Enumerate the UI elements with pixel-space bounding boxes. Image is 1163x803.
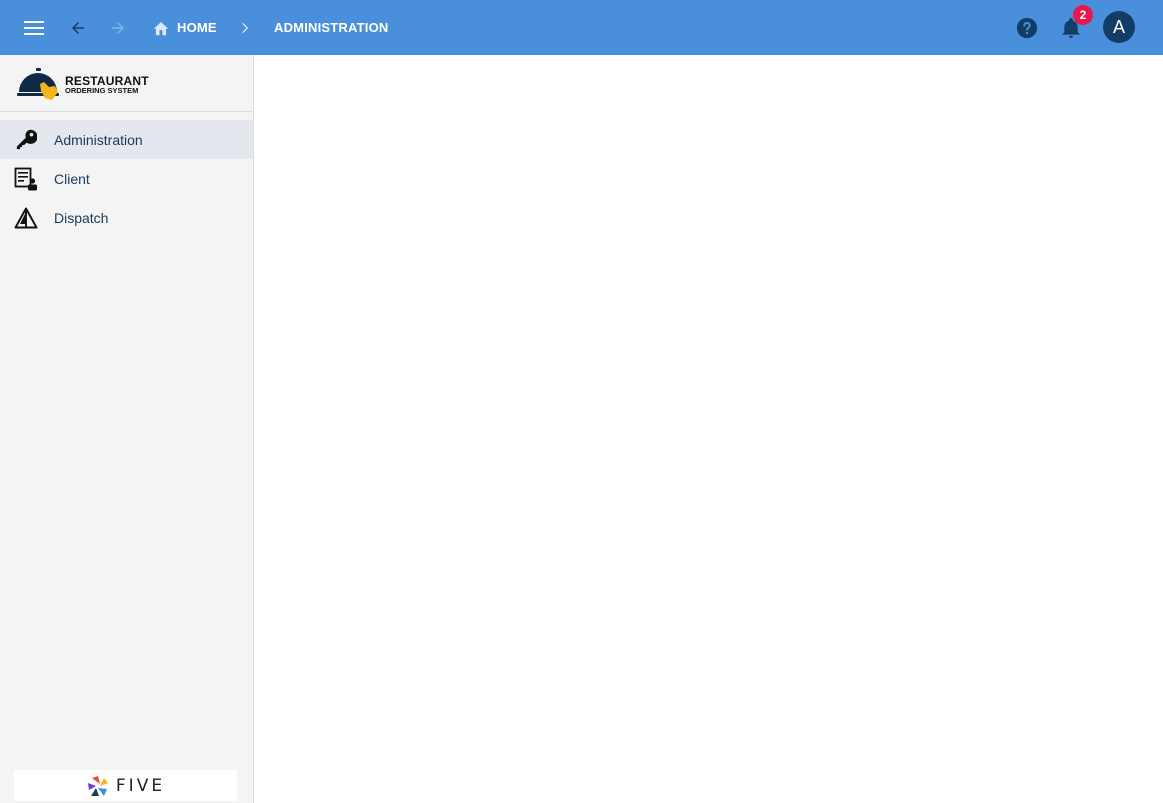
five-logo-text: FIVE [115,775,166,796]
sidebar-item-client[interactable]: Client [0,159,253,198]
home-icon [153,21,169,35]
notification-badge: 2 [1073,5,1093,25]
five-star-logo-icon [87,775,108,796]
top-app-bar: HOME ADMINISTRATION 2 A [0,0,1163,55]
forward-button[interactable] [101,11,135,45]
dispatch-triangle-icon [14,206,38,230]
key-icon [14,128,38,152]
sidebar-nav: Administration Client Dispatch [0,120,253,237]
hamburger-menu-icon [24,21,44,35]
app-logo: RESTAURANT ORDERING SYSTEM [0,55,253,112]
help-circle-icon [1016,17,1038,39]
menu-button[interactable] [17,11,51,45]
sidebar: RESTAURANT ORDERING SYSTEM Administratio… [0,55,254,803]
arrow-left-icon [72,22,84,34]
breadcrumb-home[interactable]: HOME [152,0,217,55]
sidebar-item-administration[interactable]: Administration [0,120,253,159]
user-avatar[interactable]: A [1103,11,1135,43]
logo-subtitle: ORDERING SYSTEM [65,86,139,95]
breadcrumb-home-label: HOME [177,20,217,35]
cloche-logo-icon [17,68,59,100]
main-content-area [255,55,1163,803]
sidebar-item-label: Administration [54,131,143,148]
breadcrumb-current: ADMINISTRATION [274,0,389,55]
client-list-icon [14,167,38,191]
chevron-right-icon [242,22,248,33]
breadcrumb-current-label: ADMINISTRATION [274,20,389,35]
arrow-right-icon [112,22,124,34]
sidebar-item-dispatch[interactable]: Dispatch [0,198,253,237]
sidebar-item-label: Dispatch [54,209,109,226]
breadcrumb-separator [238,0,257,55]
help-button[interactable] [1010,11,1044,45]
back-button[interactable] [61,11,95,45]
sidebar-item-label: Client [54,170,90,187]
five-logo: FIVE [14,770,237,801]
